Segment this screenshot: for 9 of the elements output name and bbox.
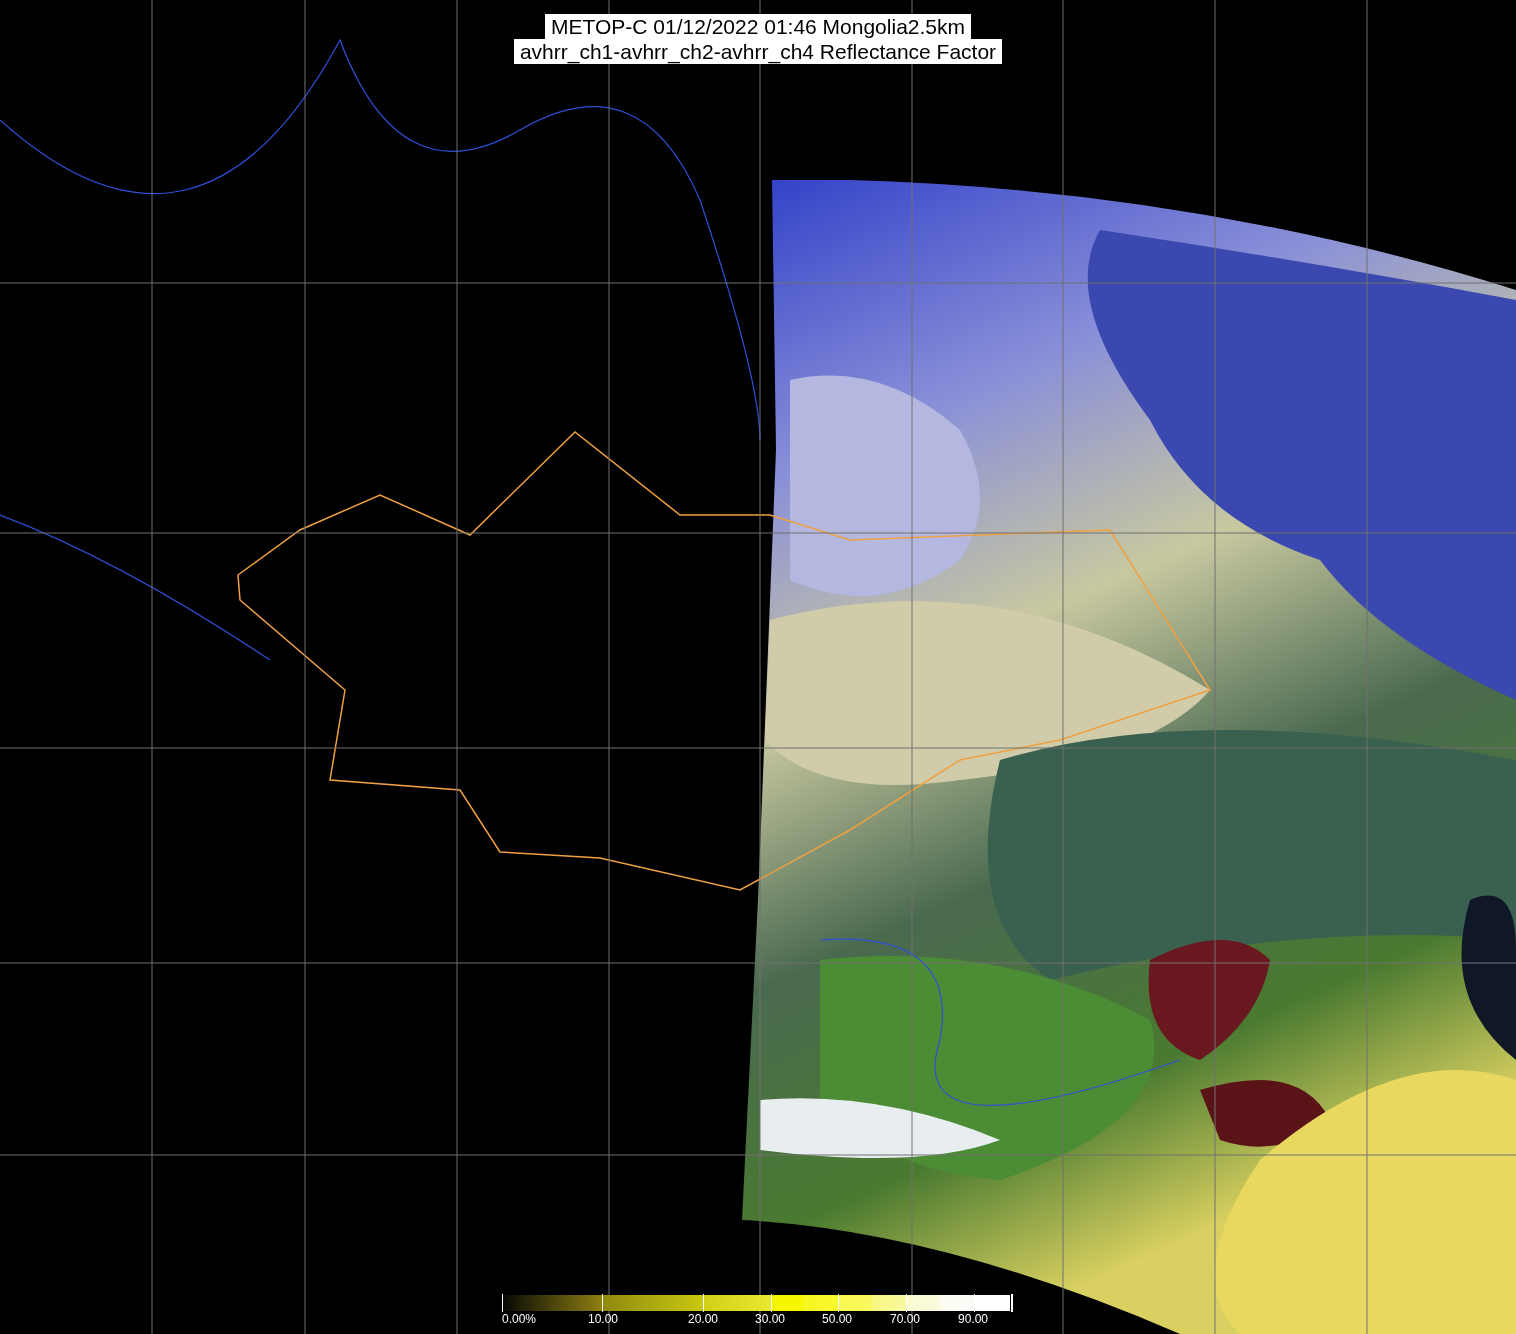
- colorbar-label: 10.00: [588, 1312, 619, 1326]
- image-subtitle: avhrr_ch1-avhrr_ch2-avhrr_ch4 Reflectance Factor: [513, 39, 1003, 64]
- colorbar-label: 90.00: [958, 1312, 989, 1326]
- colorbar-label: 0.00%: [502, 1312, 537, 1326]
- colorbar-label: 70.00: [890, 1312, 921, 1326]
- colorbar-label: 30.00: [755, 1312, 786, 1326]
- colorbar-label: 20.00: [688, 1312, 719, 1326]
- colorbar-label: 50.00: [822, 1312, 853, 1326]
- image-title: METOP-C 01/12/2022 01:46 Mongolia2.5km: [545, 14, 971, 39]
